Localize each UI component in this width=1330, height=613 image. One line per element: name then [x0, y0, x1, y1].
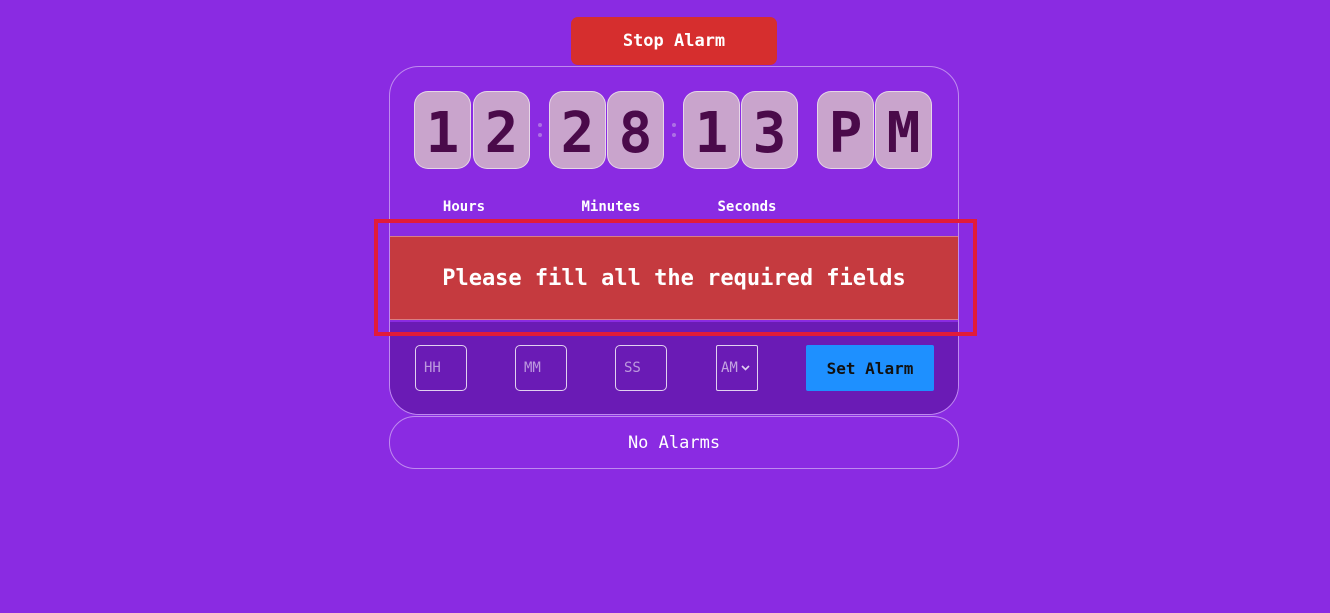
clock-card: 1 2 2 8 1 3 P M Hours Minutes Seconds Pl… — [389, 66, 959, 415]
hours-label: Hours — [442, 199, 486, 215]
set-alarm-button[interactable]: Set Alarm — [806, 345, 934, 391]
no-alarms-text: No Alarms — [627, 432, 721, 453]
stop-alarm-button[interactable]: Stop Alarm — [571, 17, 777, 65]
meridiem-letter-1: P — [817, 91, 874, 169]
hour-digit-1: 1 — [414, 91, 471, 169]
second-digit-1: 1 — [683, 91, 740, 169]
error-message: Please fill all the required fields — [390, 236, 958, 320]
minute-digit-1: 2 — [549, 91, 606, 169]
meridiem-letter-2: M — [875, 91, 932, 169]
alarms-list: No Alarms — [389, 416, 959, 469]
seconds-label: Seconds — [717, 199, 777, 215]
second-digit-2: 3 — [741, 91, 798, 169]
minute-digit-2: 8 — [607, 91, 664, 169]
colon-separator — [537, 123, 543, 139]
ampm-value: AM — [721, 360, 738, 376]
colon-separator — [671, 123, 677, 139]
hours-input[interactable] — [415, 345, 467, 391]
seconds-input[interactable] — [615, 345, 667, 391]
chevron-down-icon — [741, 363, 750, 374]
ampm-select[interactable]: AM — [716, 345, 758, 391]
minutes-input[interactable] — [515, 345, 567, 391]
hour-digit-2: 2 — [473, 91, 530, 169]
minutes-label: Minutes — [581, 199, 641, 215]
